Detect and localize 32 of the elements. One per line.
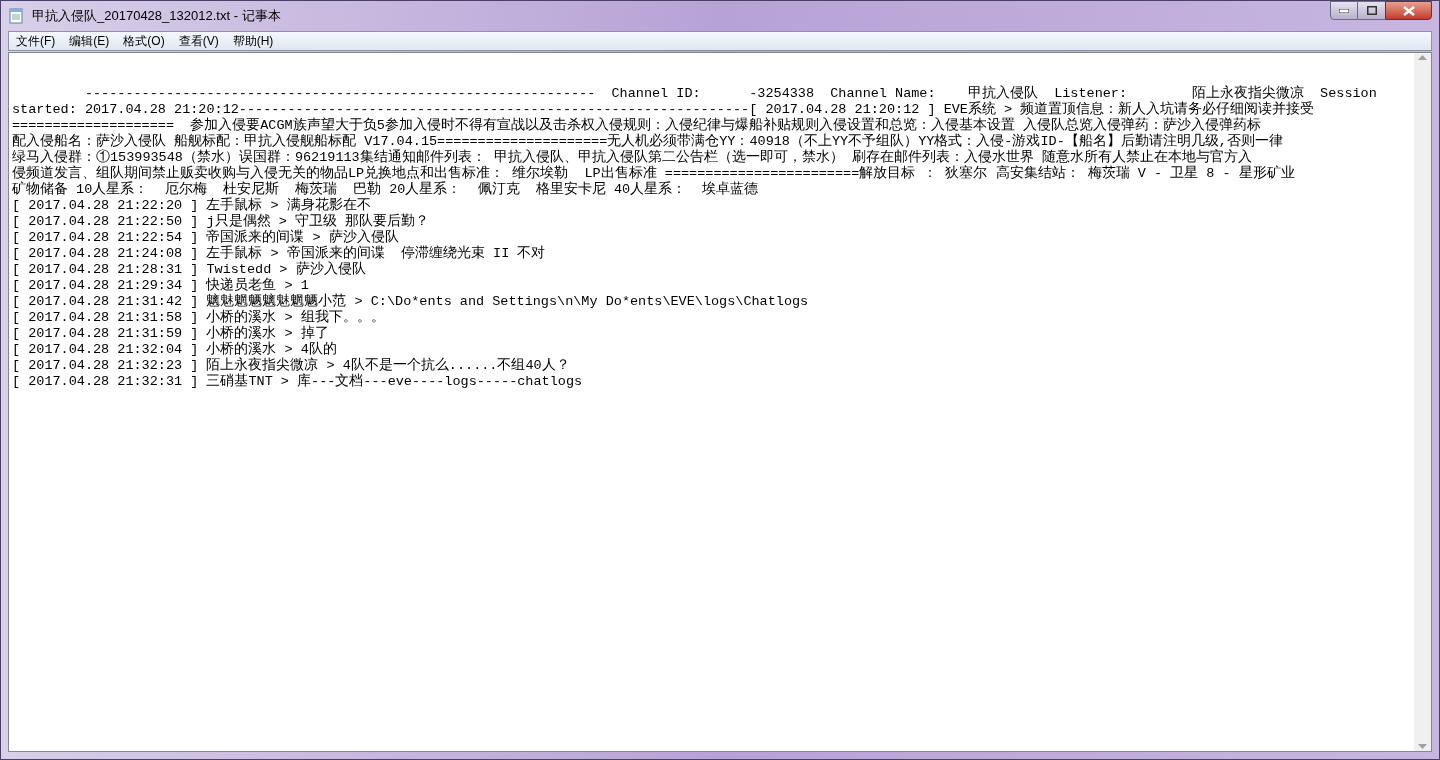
text-line: 矿物储备 10人星系： 厄尔梅 杜安尼斯 梅茨瑞 巴勒 20人星系： 佩汀克 格里安卡尼 40人星系： 埃卓蓝德 xyxy=(12,182,759,197)
maximize-icon xyxy=(1366,6,1377,15)
text-line: --------------------------------------------------------------- Channel ID: -3254338 Channel Name: 甲抗入侵队 Listener: 陌上永夜指尖微凉 Session xyxy=(83,86,1377,101)
menu-item[interactable]: 帮助(H) xyxy=(225,32,281,50)
menu-item[interactable]: 格式(O) xyxy=(116,32,172,50)
text-line: [ 2017.04.28 21:22:54 ] 帝国派来的间谍 > 萨沙入侵队 xyxy=(12,230,399,245)
minimize-icon xyxy=(1339,8,1349,13)
text-line: ==================== 参加入侵要ACGM族声望大于负5参加入侵时不得有宣战以及击杀权入侵规则：入侵纪律与爆船补贴规则入侵设置和总览：入侵基本设置 入侵队总览入侵弹药：萨沙入侵弹药标 xyxy=(12,118,1261,133)
minimize-button[interactable] xyxy=(1330,1,1358,20)
text-line: [ 2017.04.28 21:24:08 ] 左手鼠标 > 帝国派来的间谍 停滞缠绕光束 II 不对 xyxy=(12,246,546,261)
menu-item[interactable]: 查看(V) xyxy=(171,32,226,50)
text-line: [ 2017.04.28 21:32:31 ] 三硝基TNT > 库---文档---eve----logs-----chatlogs xyxy=(12,374,583,390)
close-icon xyxy=(1402,5,1415,16)
menu-item[interactable]: 文件(F) xyxy=(9,32,63,50)
text-line: [ 2017.04.28 21:29:34 ] 快递员老鱼 > 1 xyxy=(12,278,309,293)
notepad-icon xyxy=(8,8,24,24)
text-line: [ 2017.04.28 21:31:58 ] 小桥的溪水 > 组我下。。。 xyxy=(12,310,385,325)
text-line: [ 2017.04.28 21:32:04 ] 小桥的溪水 > 4队的 xyxy=(12,342,337,357)
text-line: [ 2017.04.28 21:31:59 ] 小桥的溪水 > 掉了 xyxy=(12,326,329,341)
text-line: 侵频道发言、组队期间禁止贩卖收购与入侵无关的物品LP兑换地点和出售标准： 维尔埃勒 LP出售标准 ========================解放目标 ： 狄塞尔 高安集结站： 梅茨瑞 V - 卫星 8 - 星形矿业 xyxy=(12,166,1295,181)
text-line: [ 2017.04.28 21:22:50 ] j只是偶然 > 守卫级 那队要后勤？ xyxy=(12,214,429,229)
text-line: [ 2017.04.28 21:28:31 ] Twistedd > 萨沙入侵队 xyxy=(12,262,366,277)
text-line: 配入侵船名：萨沙入侵队 船舰标配：甲抗入侵舰船标配 V17.04.15=====================无人机必须带满仓YY：40918（不上YY不予组队）YY格式：入侵-游戏ID-【船名】后勤请注明几级,否则一律 xyxy=(12,134,1283,149)
text-line: 绿马入侵群：①153993548（禁水）误国群：96219113集结通知邮件列表： 甲抗入侵队、甲抗入侵队第二公告栏（选一即可，禁水） 刷存在邮件列表：入侵水世界 随意水所有人禁止在本地与官方入 xyxy=(12,150,1253,165)
text-line: [ 2017.04.28 21:32:23 ] 陌上永夜指尖微凉 > 4队不是一个抗么......不组40人？ xyxy=(12,358,570,373)
window-title: 甲抗入侵队_20170428_132012.txt - 记事本 xyxy=(32,7,281,26)
maximize-button[interactable] xyxy=(1358,1,1385,20)
text-line: [ 2017.04.28 21:31:42 ] 魑魅魍魉魑魅魍魉小范 > C:\Do*ents and Settings\n\My Do*ents\EVE\logs\Chatlogs xyxy=(12,294,809,309)
menu-item[interactable]: 编辑(E) xyxy=(62,32,117,50)
text-line: started: 2017.04.28 21:20:12---------------------------------------------------------------[ 2017.04.28 21:20:12 ] EVE系统 > 频道置顶信息：新人入坑请务必仔细阅读并接受 xyxy=(12,102,1315,117)
text-line: [ 2017.04.28 21:22:20 ] 左手鼠标 > 满身花影在不 xyxy=(12,198,371,213)
close-button[interactable] xyxy=(1385,1,1432,20)
